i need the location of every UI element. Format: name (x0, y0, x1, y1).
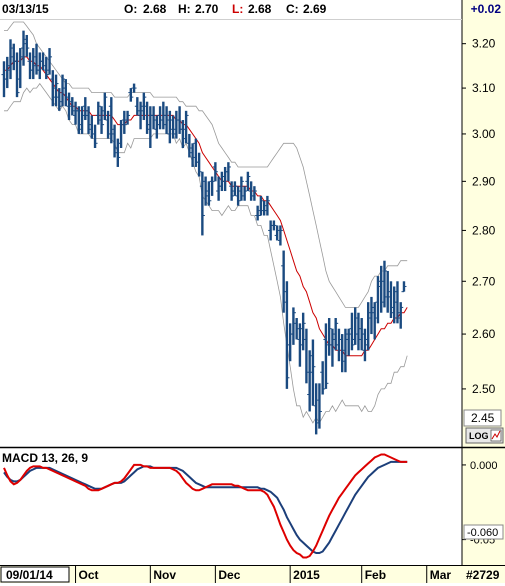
lower-band-line (4, 82, 408, 424)
bar-count-label: #2729 (466, 568, 500, 582)
high-value: 2.70 (195, 2, 219, 16)
macd-last-value: -0.060 (467, 527, 498, 539)
price-tick-label: 2.80 (472, 223, 496, 237)
price-tick-label: 3.10 (472, 81, 496, 95)
low-value: 2.68 (248, 2, 272, 16)
header-date: 03/13/15 (2, 2, 49, 16)
close-value: 2.69 (303, 2, 327, 16)
close-label: C: (286, 2, 299, 16)
log-button-label: LOG (469, 431, 489, 441)
time-tick-label: Feb (365, 568, 386, 582)
upper-band-line (4, 21, 408, 308)
time-tick-label: Mar (430, 568, 452, 582)
chart-window: 03/13/15 O: 2.68 H: 2.70 L: 2.68 C: 2.69… (0, 0, 505, 583)
moving-average-line (4, 56, 408, 357)
header: 03/13/15 O: 2.68 H: 2.70 L: 2.68 C: 2.69… (2, 2, 501, 16)
macd-tick-label: 0.000 (470, 460, 498, 472)
last-value-label: 2.45 (471, 411, 495, 425)
time-tick-label: Oct (79, 568, 99, 582)
moving-average (4, 56, 408, 357)
time-tick-label: Dec (218, 568, 240, 582)
macd-lines (3, 453, 408, 559)
price-tick-label: 3.20 (472, 37, 496, 51)
signal-line (3, 453, 408, 559)
low-label: L: (232, 2, 243, 16)
chart-mini-icon (490, 429, 502, 442)
price-tick-label: 2.60 (472, 327, 496, 341)
price-tick-label: 3.00 (472, 127, 496, 141)
bollinger-bands (4, 21, 408, 424)
open-value: 2.68 (143, 2, 167, 16)
high-label: H: (178, 2, 191, 16)
macd-title: MACD 13, 26, 9 (2, 451, 88, 465)
price-tick-label: 2.90 (472, 174, 496, 188)
time-tick-label: 2015 (293, 568, 320, 582)
start-date-label: 09/01/14 (6, 568, 53, 582)
time-tick-label: Nov (153, 568, 176, 582)
change-value: +0.02 (471, 2, 502, 16)
chart-canvas: 03/13/15 O: 2.68 H: 2.70 L: 2.68 C: 2.69… (0, 0, 505, 583)
price-bars (1, 30, 407, 435)
price-tick-label: 2.50 (472, 382, 496, 396)
open-label: O: (124, 2, 137, 16)
price-tick-label: 2.70 (472, 274, 496, 288)
